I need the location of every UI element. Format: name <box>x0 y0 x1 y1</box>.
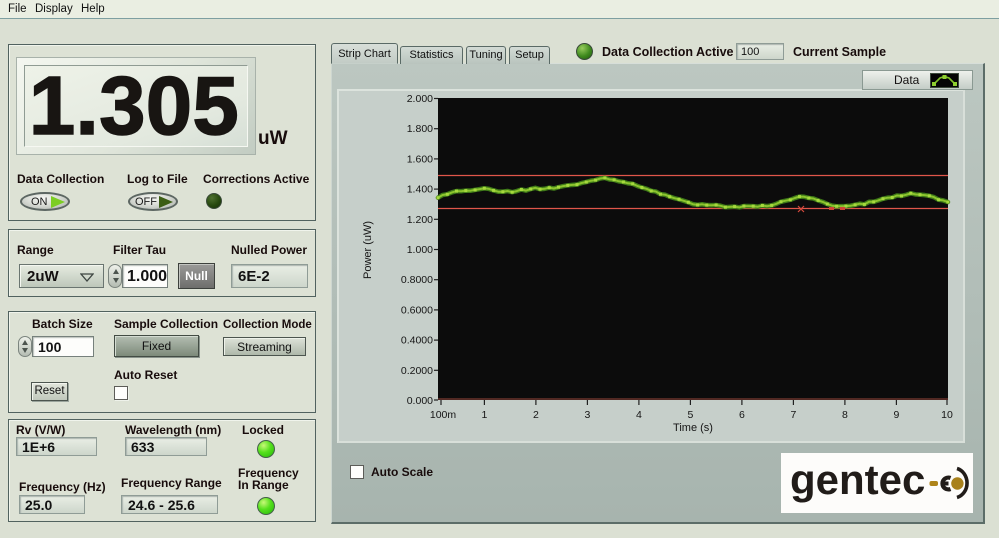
svg-text:0.4000: 0.4000 <box>401 335 433 347</box>
svg-text:0.2000: 0.2000 <box>401 365 433 377</box>
svg-text:2.000: 2.000 <box>407 93 433 105</box>
svg-text:Power (uW): Power (uW) <box>362 221 374 279</box>
svg-text:1.600: 1.600 <box>407 153 433 165</box>
svg-text:0.6000: 0.6000 <box>401 304 433 316</box>
svg-text:7: 7 <box>790 409 796 421</box>
svg-text:1.800: 1.800 <box>407 123 433 135</box>
svg-text:0.000: 0.000 <box>407 395 433 407</box>
svg-text:1.200: 1.200 <box>407 214 433 226</box>
svg-text:4: 4 <box>636 409 642 421</box>
svg-text:100m: 100m <box>430 409 457 421</box>
svg-text:6: 6 <box>739 409 745 421</box>
svg-text:Time (s): Time (s) <box>673 422 713 434</box>
svg-text:1.000: 1.000 <box>407 244 433 256</box>
svg-text:0.8000: 0.8000 <box>401 274 433 286</box>
svg-text:1: 1 <box>481 409 487 421</box>
svg-text:2: 2 <box>533 409 539 421</box>
svg-text:5: 5 <box>687 409 693 421</box>
svg-text:9: 9 <box>893 409 899 421</box>
svg-text:3: 3 <box>584 409 590 421</box>
svg-text:gentec: gentec <box>790 456 925 503</box>
svg-text:8: 8 <box>842 409 848 421</box>
svg-text:1.400: 1.400 <box>407 184 433 196</box>
svg-text:10: 10 <box>941 409 953 421</box>
